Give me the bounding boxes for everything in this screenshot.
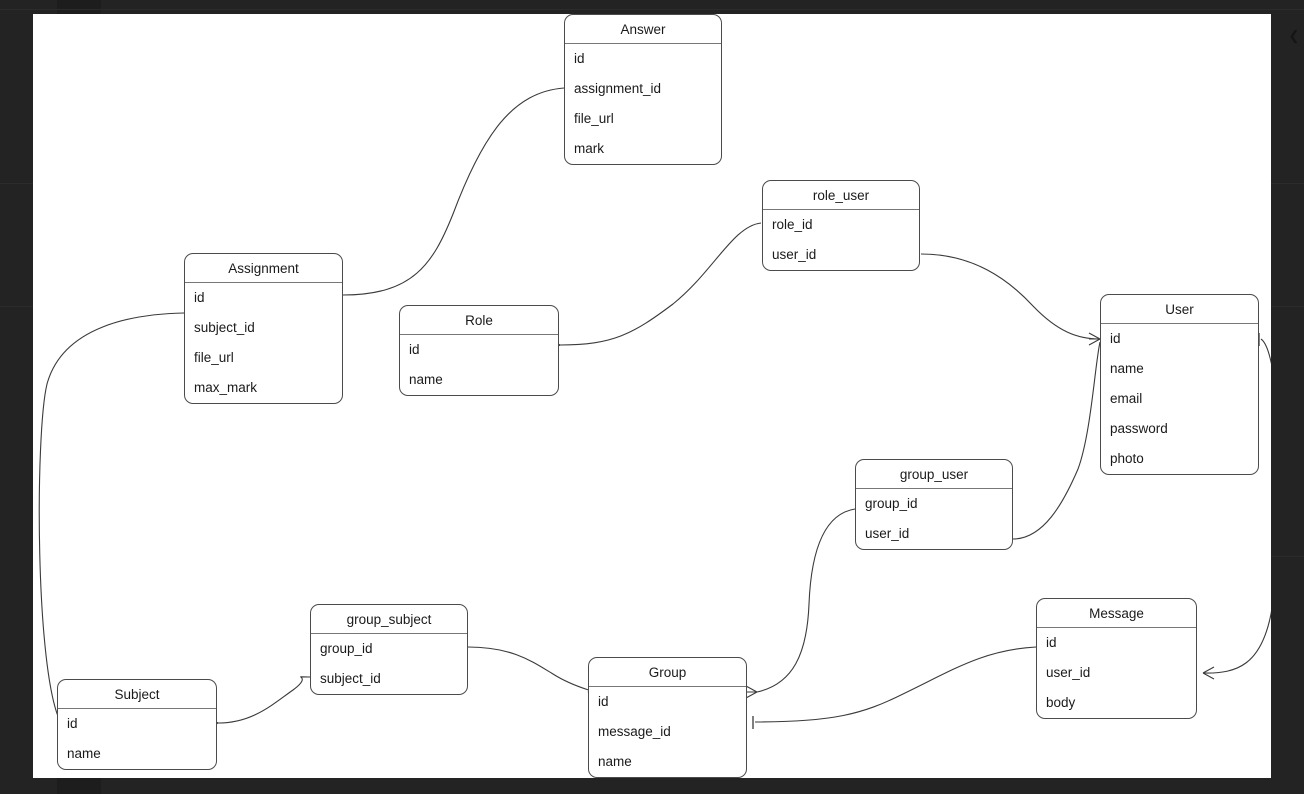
background-divider-c xyxy=(1271,556,1304,557)
entity-field[interactable]: id xyxy=(400,335,558,365)
entity-field[interactable]: name xyxy=(589,747,746,777)
entity-field-list: id name xyxy=(400,335,558,395)
entity-field[interactable]: user_id xyxy=(1037,658,1196,688)
entity-field[interactable]: file_url xyxy=(565,104,721,134)
entity-assignment[interactable]: Assignment id subject_id file_url max_ma… xyxy=(184,253,343,404)
entity-field[interactable]: message_id xyxy=(589,717,746,747)
entity-title: Message xyxy=(1037,599,1196,628)
edge-subject-assignment xyxy=(38,312,185,724)
entity-title: Assignment xyxy=(185,254,342,283)
entity-field[interactable]: subject_id xyxy=(185,313,342,343)
entity-field-list: id user_id body xyxy=(1037,628,1196,718)
entity-group[interactable]: Group id message_id name xyxy=(588,657,747,778)
edge-groupuser-user xyxy=(1012,341,1101,540)
entity-field-list: id message_id name xyxy=(589,687,746,777)
entity-subject[interactable]: Subject id name xyxy=(57,679,217,770)
entity-field[interactable]: assignment_id xyxy=(565,74,721,104)
app-window: ❮ Answer id assignment_id file_url mark … xyxy=(0,0,1304,794)
background-divider-top xyxy=(0,9,1304,10)
entity-field-list: id subject_id file_url max_mark xyxy=(185,283,342,403)
entity-message[interactable]: Message id user_id body xyxy=(1036,598,1197,719)
entity-title: group_user xyxy=(856,460,1012,489)
entity-user[interactable]: User id name email password photo xyxy=(1100,294,1259,475)
entity-field-list: group_id user_id xyxy=(856,489,1012,549)
entity-field[interactable]: name xyxy=(400,365,558,395)
diagram-canvas[interactable]: Answer id assignment_id file_url mark ro… xyxy=(33,14,1271,778)
entity-field[interactable]: email xyxy=(1101,384,1258,414)
entity-field[interactable]: id xyxy=(185,283,342,313)
entity-field[interactable]: password xyxy=(1101,414,1258,444)
edge-assignment-answer xyxy=(342,87,565,296)
entity-field[interactable]: subject_id xyxy=(311,664,467,694)
entity-field[interactable]: user_id xyxy=(763,240,919,270)
entity-title: Answer xyxy=(565,15,721,44)
entity-field-list: group_id subject_id xyxy=(311,634,467,694)
background-divider-a xyxy=(1271,183,1304,184)
entity-field[interactable]: body xyxy=(1037,688,1196,718)
entity-field[interactable]: id xyxy=(589,687,746,717)
entity-role[interactable]: Role id name xyxy=(399,305,559,396)
edge-groupuser-group xyxy=(756,508,856,693)
edge-groupsubject-group xyxy=(467,646,594,693)
entity-field-list: id assignment_id file_url mark xyxy=(565,44,721,164)
entity-field[interactable]: id xyxy=(1101,324,1258,354)
entity-field[interactable]: id xyxy=(565,44,721,74)
entity-title: Group xyxy=(589,658,746,687)
entity-field[interactable]: group_id xyxy=(311,634,467,664)
entity-field[interactable]: name xyxy=(1101,354,1258,384)
entity-group-user[interactable]: group_user group_id user_id xyxy=(855,459,1013,550)
edge-subject-groupsubject xyxy=(217,676,311,724)
entity-field[interactable]: max_mark xyxy=(185,373,342,403)
entity-title: Role xyxy=(400,306,558,335)
entity-field[interactable]: file_url xyxy=(185,343,342,373)
entity-field-list: id name email password photo xyxy=(1101,324,1258,474)
edge-roleuser-user xyxy=(920,253,1101,340)
entity-field[interactable]: photo xyxy=(1101,444,1258,474)
background-divider-b xyxy=(1271,306,1304,307)
entity-group-subject[interactable]: group_subject group_id subject_id xyxy=(310,604,468,695)
edge-role-roleuser xyxy=(559,222,762,346)
chevron-left-icon[interactable]: ❮ xyxy=(1288,28,1300,44)
entity-field[interactable]: id xyxy=(1037,628,1196,658)
edge-group-message xyxy=(754,646,1037,723)
entity-answer[interactable]: Answer id assignment_id file_url mark xyxy=(564,14,722,165)
entity-title: Subject xyxy=(58,680,216,709)
entity-field-list: role_id user_id xyxy=(763,210,919,270)
entity-field[interactable]: role_id xyxy=(763,210,919,240)
entity-field-list: id name xyxy=(58,709,216,769)
entity-field[interactable]: mark xyxy=(565,134,721,164)
entity-title: role_user xyxy=(763,181,919,210)
entity-field[interactable]: user_id xyxy=(856,519,1012,549)
entity-field[interactable]: name xyxy=(58,739,216,769)
entity-title: User xyxy=(1101,295,1258,324)
entity-field[interactable]: id xyxy=(58,709,216,739)
entity-field[interactable]: group_id xyxy=(856,489,1012,519)
entity-title: group_subject xyxy=(311,605,467,634)
entity-role-user[interactable]: role_user role_id user_id xyxy=(762,180,920,271)
